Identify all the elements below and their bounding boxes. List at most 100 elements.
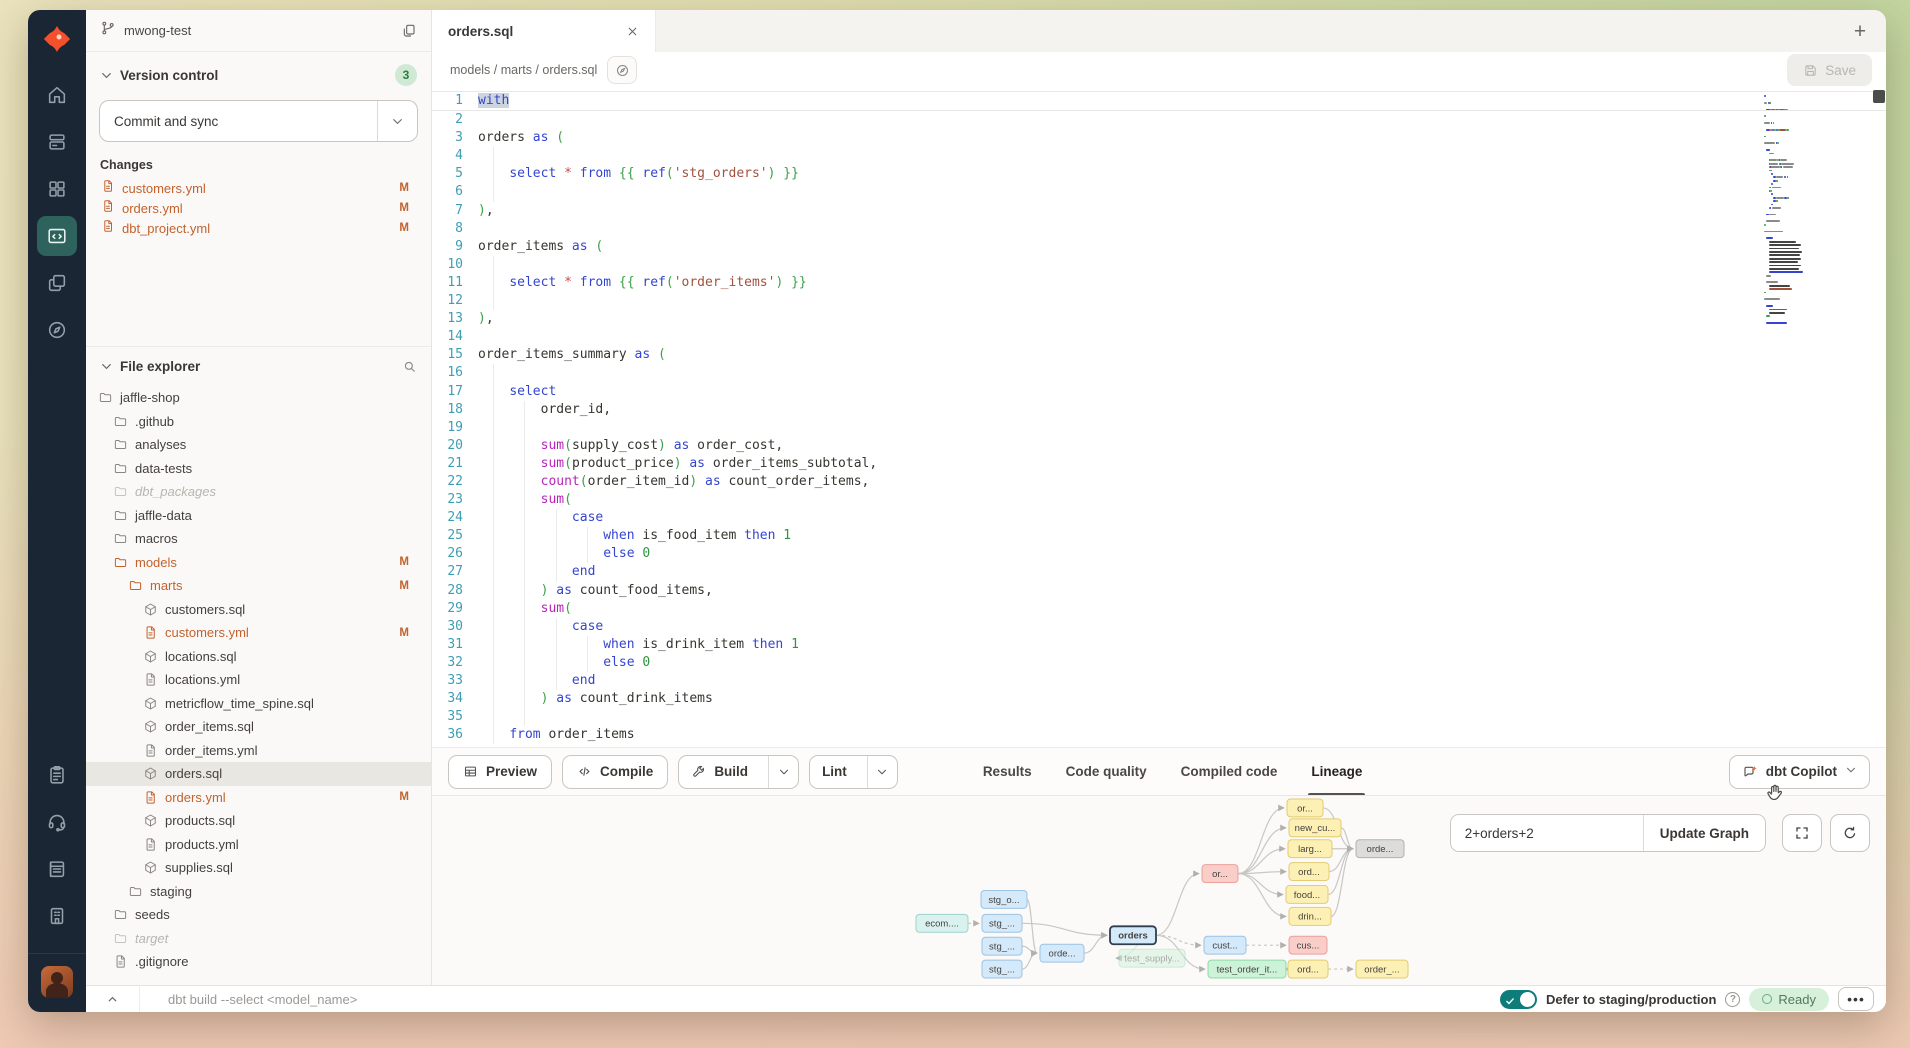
file-tree-item-jaffle-data[interactable]: jaffle-data	[86, 504, 431, 528]
file-tree-item-order_items.sql[interactable]: order_items.sql	[86, 715, 431, 739]
search-icon[interactable]	[402, 359, 417, 374]
code-line-11[interactable]: 11 select * from {{ ref('order_items') }…	[432, 274, 1886, 292]
code-line-10[interactable]: 10	[432, 256, 1886, 274]
file-tree-item-dbt_packages[interactable]: dbt_packages	[86, 480, 431, 504]
lineage-node-new_cu[interactable]: new_cu...	[1289, 819, 1341, 837]
file-tree-item-staging[interactable]: staging	[86, 880, 431, 904]
expand-command-bar-button[interactable]	[86, 986, 140, 1012]
file-tree-item-.gitignore[interactable]: .gitignore	[86, 950, 431, 974]
new-tab-button[interactable]: +	[1846, 17, 1874, 45]
code-line-12[interactable]: 12	[432, 292, 1886, 310]
fullscreen-icon[interactable]	[1782, 814, 1822, 852]
code-line-19[interactable]: 19	[432, 419, 1886, 437]
file-tree-item-.github[interactable]: .github	[86, 410, 431, 434]
changelog-icon[interactable]	[37, 755, 77, 795]
dbt-copilot-button[interactable]: dbt Copilot	[1729, 755, 1870, 789]
lineage-node-orde[interactable]: orde...	[1356, 840, 1404, 858]
lineage-node-orders[interactable]: orders	[1110, 926, 1156, 944]
code-line-1[interactable]: 1with	[432, 91, 1886, 111]
code-line-16[interactable]: 16	[432, 364, 1886, 382]
code-line-33[interactable]: 33 end	[432, 672, 1886, 690]
code-line-9[interactable]: 9order_items as (	[432, 238, 1886, 256]
changed-file-dbt_project.yml[interactable]: dbt_project.ymlM	[86, 218, 431, 238]
lineage-node-ord[interactable]: ord...	[1289, 863, 1329, 881]
code-line-34[interactable]: 34 ) as count_drink_items	[432, 690, 1886, 708]
code-line-14[interactable]: 14	[432, 328, 1886, 346]
update-graph-button[interactable]: Update Graph	[1643, 815, 1765, 851]
deploy-jobs-icon[interactable]	[37, 122, 77, 162]
lineage-node-test_supply[interactable]: test_supply...	[1119, 949, 1185, 967]
file-tree-item-locations.sql[interactable]: locations.sql	[86, 645, 431, 669]
code-line-8[interactable]: 8	[432, 220, 1886, 238]
copy-branch-icon[interactable]	[401, 23, 417, 39]
lineage-node-order_[interactable]: order_...	[1356, 960, 1408, 978]
lineage-node-or[interactable]: or...	[1202, 865, 1238, 883]
tab-lineage[interactable]: Lineage	[1294, 748, 1379, 796]
code-line-27[interactable]: 27 end	[432, 563, 1886, 581]
code-line-15[interactable]: 15order_items_summary as (	[432, 346, 1886, 364]
compile-button[interactable]: Compile	[562, 755, 668, 789]
build-options-chevron[interactable]	[768, 756, 798, 788]
organization-icon[interactable]	[37, 896, 77, 936]
file-tree-item-macros[interactable]: macros	[86, 527, 431, 551]
code-line-17[interactable]: 17 select	[432, 383, 1886, 401]
code-line-18[interactable]: 18 order_id,	[432, 401, 1886, 419]
lineage-node-test_order_it[interactable]: test_order_it...	[1208, 960, 1286, 978]
file-tree-item-models[interactable]: modelsM	[86, 551, 431, 575]
code-line-36[interactable]: 36 from order_items	[432, 726, 1886, 744]
file-tree-item-metricflow_time_spine.sql[interactable]: metricflow_time_spine.sql	[86, 692, 431, 716]
defer-toggle[interactable]	[1500, 990, 1537, 1009]
code-line-26[interactable]: 26 else 0	[432, 545, 1886, 563]
code-line-7[interactable]: 7),	[432, 202, 1886, 220]
file-tree-item-supplies.sql[interactable]: supplies.sql	[86, 856, 431, 880]
support-icon[interactable]	[37, 802, 77, 842]
code-line-22[interactable]: 22 count(order_item_id) as count_order_i…	[432, 473, 1886, 491]
lineage-node-stg_[interactable]: stg_...	[982, 914, 1022, 932]
file-tree-item-locations.yml[interactable]: locations.yml	[86, 668, 431, 692]
lineage-node-food[interactable]: food...	[1286, 886, 1328, 904]
lineage-node-cus[interactable]: cus...	[1289, 936, 1327, 954]
file-tree-item-products.yml[interactable]: products.yml	[86, 833, 431, 857]
develop-ide-icon[interactable]	[37, 216, 77, 256]
code-line-4[interactable]: 4	[432, 147, 1886, 165]
lineage-node-drin[interactable]: drin...	[1289, 907, 1331, 925]
refresh-icon[interactable]	[1830, 814, 1870, 852]
editor-scrollbar[interactable]	[1873, 90, 1885, 103]
code-line-2[interactable]: 2	[432, 111, 1886, 129]
tab-compiled-code[interactable]: Compiled code	[1164, 748, 1295, 796]
home-icon[interactable]	[37, 75, 77, 115]
lineage-node-cust[interactable]: cust...	[1204, 936, 1246, 954]
user-avatar[interactable]	[41, 966, 73, 998]
editor-minimap[interactable]	[1764, 94, 1830, 328]
command-input[interactable]: dbt build --select <model_name>	[168, 992, 357, 1007]
lineage-node-stg_[interactable]: stg_...	[982, 960, 1022, 978]
code-line-29[interactable]: 29 sum(	[432, 600, 1886, 618]
changed-file-customers.yml[interactable]: customers.ymlM	[86, 178, 431, 198]
lineage-compass-icon[interactable]	[607, 56, 637, 84]
file-tree-item-analyses[interactable]: analyses	[86, 433, 431, 457]
file-tree-item-customers.sql[interactable]: customers.sql	[86, 598, 431, 622]
commit-options-chevron[interactable]	[377, 101, 417, 141]
code-line-3[interactable]: 3orders as (	[432, 129, 1886, 147]
code-line-6[interactable]: 6	[432, 183, 1886, 201]
help-icon[interactable]: ?	[1725, 992, 1740, 1007]
branch-name[interactable]: mwong-test	[124, 23, 401, 38]
lint-options-chevron[interactable]	[867, 756, 897, 788]
code-line-28[interactable]: 28 ) as count_food_items,	[432, 582, 1886, 600]
code-line-25[interactable]: 25 when is_food_item then 1	[432, 527, 1886, 545]
lineage-node-orde[interactable]: orde...	[1040, 944, 1084, 962]
file-tree-item-target[interactable]: target	[86, 927, 431, 951]
code-line-35[interactable]: 35	[432, 708, 1886, 726]
close-icon[interactable]	[626, 25, 639, 38]
code-line-20[interactable]: 20 sum(supply_cost) as order_cost,	[432, 437, 1886, 455]
notebook-icon[interactable]	[37, 849, 77, 889]
version-control-header[interactable]: Version control 3	[86, 52, 431, 94]
lineage-node-stg_[interactable]: stg_...	[982, 937, 1022, 955]
more-options-button[interactable]: •••	[1838, 987, 1874, 1011]
explore-icon[interactable]	[37, 169, 77, 209]
file-tree-item-customers.yml[interactable]: customers.ymlM	[86, 621, 431, 645]
tab-code-quality[interactable]: Code quality	[1049, 748, 1164, 796]
lint-button[interactable]: Lint	[809, 755, 898, 789]
code-line-32[interactable]: 32 else 0	[432, 654, 1886, 672]
file-tree-item-orders.sql[interactable]: orders.sql	[86, 762, 431, 786]
